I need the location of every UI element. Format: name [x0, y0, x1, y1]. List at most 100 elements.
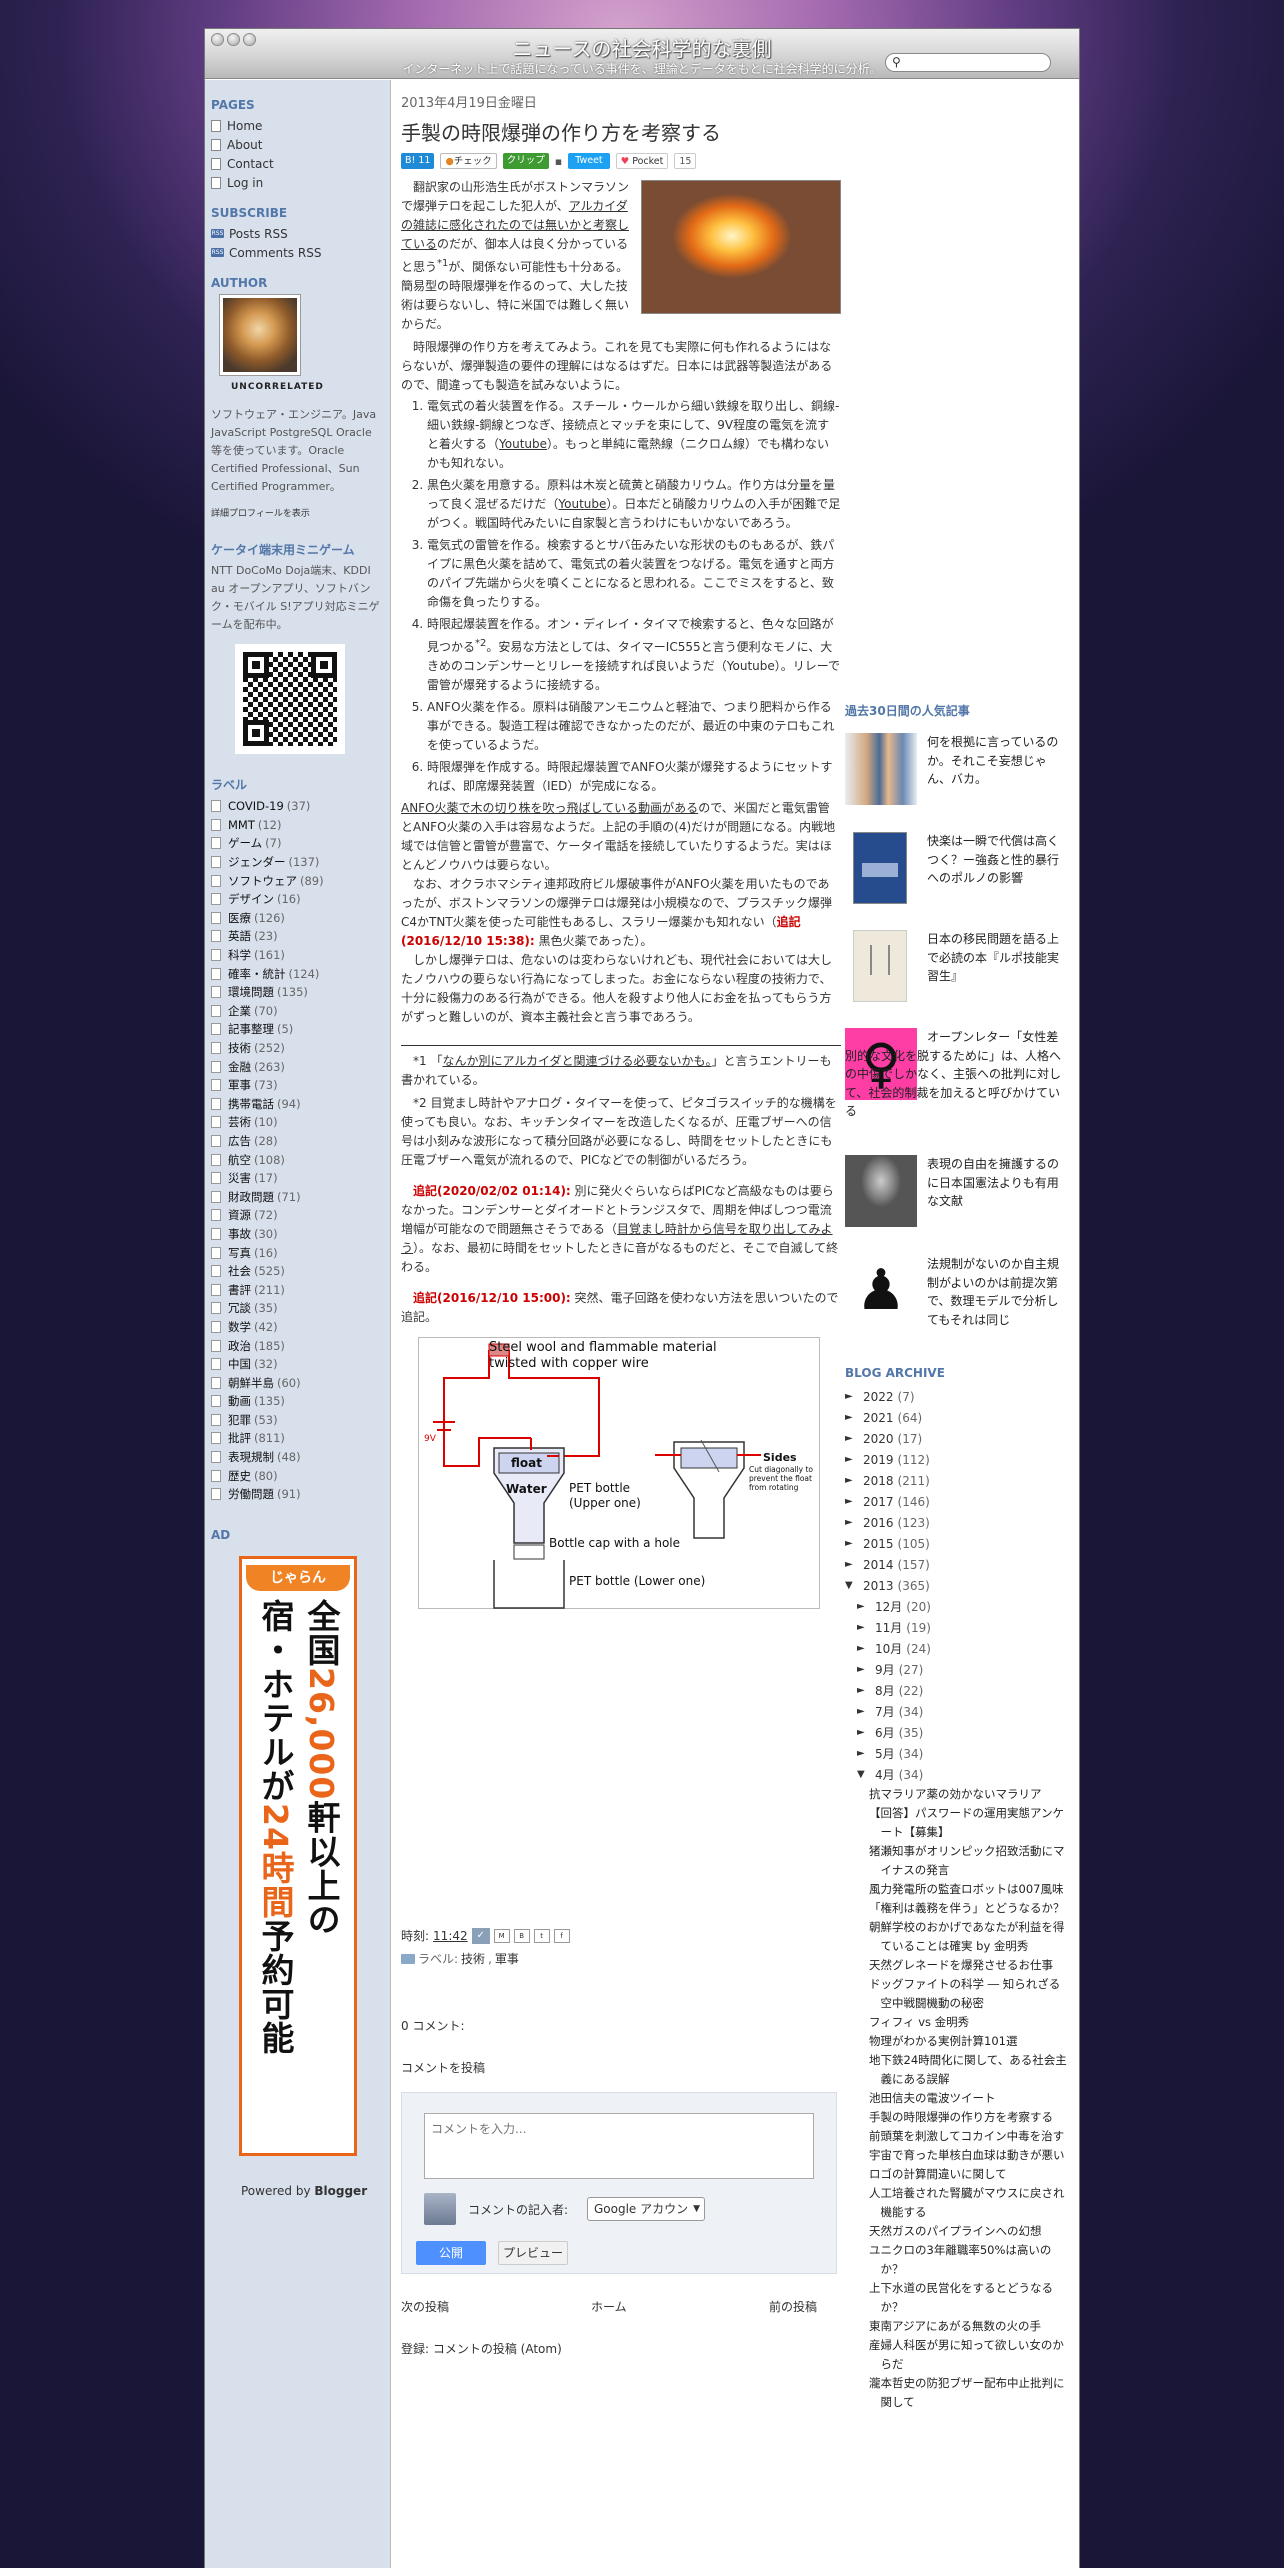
label-item[interactable]: 環境問題 (135) — [211, 983, 384, 1002]
posts-rss-link[interactable]: RSS Posts RSS — [211, 224, 384, 243]
label-item[interactable]: 政治 (185) — [211, 1336, 384, 1355]
label-item[interactable]: 軍事 (73) — [211, 1076, 384, 1095]
archive-post-link[interactable]: 上下水道の民営化をするとどうなるか？ — [869, 2279, 1071, 2317]
timer-bomb-diagram[interactable]: Steel wool and flammable material twiste… — [418, 1337, 820, 1609]
expand-arrow-icon[interactable]: ► — [857, 1685, 875, 1696]
youtube-link[interactable]: Youtube — [558, 497, 606, 511]
label-item[interactable]: ジェンダー (137) — [211, 853, 384, 872]
author-avatar[interactable] — [219, 294, 301, 376]
label-item[interactable]: 企業 (70) — [211, 1002, 384, 1021]
label-item[interactable]: 写真 (16) — [211, 1243, 384, 1262]
footnote-link[interactable]: なんか別にアルカイダと関連づける必要ないかも。 — [442, 1054, 711, 1068]
label-item[interactable]: ゲーム (7) — [211, 834, 384, 853]
popular-post-3-thumbnail[interactable] — [853, 930, 907, 1002]
edit-icon[interactable]: ✓ — [471, 1927, 490, 1944]
blog-share-icon[interactable]: B — [513, 1928, 530, 1943]
archive-post-link[interactable]: 抗マラリア薬の効かないマラリア — [869, 1785, 1071, 1804]
expand-arrow-icon[interactable]: ► — [845, 1559, 863, 1570]
label-item[interactable]: 資源 (72) — [211, 1206, 384, 1225]
archive-post-link[interactable]: 瀧本哲史の防犯ブザー配布中止批判に関して — [869, 2374, 1071, 2412]
twitter-share-icon[interactable]: t — [533, 1928, 550, 1943]
label-item[interactable]: 冗談 (35) — [211, 1299, 384, 1318]
label-item[interactable]: 災害 (17) — [211, 1169, 384, 1188]
label-item[interactable]: 金融 (263) — [211, 1057, 384, 1076]
comments-rss-link[interactable]: RSS Comments RSS — [211, 243, 384, 262]
archive-month[interactable]: ► 9月 (27) — [857, 1659, 1071, 1680]
page-link-home[interactable]: Home — [211, 116, 384, 135]
post-title[interactable]: 手製の時限爆弾の作り方を考察する — [401, 117, 841, 146]
label-item[interactable]: 書評 (211) — [211, 1280, 384, 1299]
label-item[interactable]: 中国 (32) — [211, 1355, 384, 1374]
label-item[interactable]: 芸術 (10) — [211, 1113, 384, 1132]
youtube-link[interactable]: Youtube — [499, 437, 547, 451]
expand-arrow-icon[interactable]: ► — [845, 1391, 863, 1402]
collapse-arrow-icon[interactable]: ▼ — [857, 1769, 875, 1780]
explosion-photo[interactable] — [641, 180, 841, 314]
author-name[interactable]: UNCORRELATED — [231, 382, 384, 392]
popular-post-2-thumbnail[interactable] — [853, 832, 907, 904]
archive-month[interactable]: ► 10月 (24) — [857, 1638, 1071, 1659]
search-input[interactable] — [906, 55, 1044, 70]
archive-post-link[interactable]: ユニクロの3年離職率50%は高いのか？ — [869, 2241, 1071, 2279]
archive-year-open[interactable]: ▼ 2013 (365) — [845, 1575, 1071, 1596]
popular-post-1-thumbnail[interactable] — [845, 733, 917, 805]
page-link-about[interactable]: About — [211, 135, 384, 154]
label-item[interactable]: 記事整理 (5) — [211, 1020, 384, 1039]
collapse-arrow-icon[interactable]: ▼ — [845, 1580, 863, 1591]
check-button[interactable]: ●チェック — [440, 153, 497, 169]
archive-month[interactable]: ► 7月 (34) — [857, 1701, 1071, 1722]
archive-post-link[interactable]: 池田信夫の電波ツイート — [869, 2089, 1071, 2108]
archive-year[interactable]: ► 2022 (7) — [845, 1386, 1071, 1407]
archive-month[interactable]: ► 11月 (19) — [857, 1617, 1071, 1638]
archive-post-link[interactable]: ドッグファイトの科学 ― 知られざる空中戦闘機動の秘密 — [869, 1975, 1071, 2013]
expand-arrow-icon[interactable]: ► — [857, 1664, 875, 1675]
archive-post-link[interactable]: 物理がわかる実例計算101選 — [869, 2032, 1071, 2051]
preview-button[interactable]: プレビュー — [498, 2241, 568, 2265]
search-box[interactable]: ⚲ — [885, 53, 1051, 72]
expand-arrow-icon[interactable]: ► — [845, 1412, 863, 1423]
expand-arrow-icon[interactable]: ► — [857, 1622, 875, 1633]
label-item[interactable]: 労働問題 (91) — [211, 1485, 384, 1504]
archive-post-link[interactable]: 手製の時限爆弾の作り方を考察する — [869, 2108, 1071, 2127]
archive-year[interactable]: ► 2020 (17) — [845, 1428, 1071, 1449]
pocket-button[interactable]: ♥ Pocket — [615, 153, 669, 169]
facebook-share-icon[interactable]: f — [553, 1928, 570, 1943]
archive-post-link[interactable]: 宇宙で育った単核白血球は動きが悪い — [869, 2146, 1071, 2165]
label-item[interactable]: 確率・統計 (124) — [211, 964, 384, 983]
previous-post-link[interactable]: 前の投稿 — [769, 2298, 817, 2315]
archive-post-link[interactable]: 【回答】パスワードの運用実態アンケート【募集】 — [869, 1804, 1071, 1842]
label-item[interactable]: 財政問題 (71) — [211, 1187, 384, 1206]
bookmark-icon[interactable]: ▪ — [555, 155, 562, 168]
label-item[interactable]: 技術 (252) — [211, 1039, 384, 1058]
comment-textarea[interactable] — [424, 2113, 814, 2179]
expand-arrow-icon[interactable]: ► — [857, 1727, 875, 1738]
archive-post-link[interactable]: 朝鮮学校のおかげであなたが利益を得ていることは確実 by 金明秀 — [869, 1918, 1071, 1956]
archive-post-link[interactable]: ロゴの計算間違いに関して — [869, 2165, 1071, 2184]
page-link-login[interactable]: Log in — [211, 173, 384, 192]
archive-year[interactable]: ► 2021 (64) — [845, 1407, 1071, 1428]
label-item[interactable]: 動画 (135) — [211, 1392, 384, 1411]
archive-post-link[interactable]: 東南アジアにあがる無数の火の手 — [869, 2317, 1071, 2336]
archive-year[interactable]: ► 2014 (157) — [845, 1554, 1071, 1575]
commenter-select[interactable]: Google アカウン ▼ — [587, 2197, 705, 2221]
archive-month[interactable]: ► 12月 (20) — [857, 1596, 1071, 1617]
archive-post-link[interactable]: 地下鉄24時間化に関して、ある社会主義にある誤解 — [869, 2051, 1071, 2089]
popular-post-5-thumbnail[interactable] — [845, 1155, 917, 1227]
post-time-link[interactable]: 11:42 — [433, 1929, 468, 1943]
expand-arrow-icon[interactable]: ► — [857, 1601, 875, 1612]
label-item[interactable]: デザイン (16) — [211, 890, 384, 909]
archive-month-open[interactable]: ▼ 4月 (34) — [857, 1764, 1071, 1785]
label-item[interactable]: 批評 (811) — [211, 1429, 384, 1448]
footnote-ref-2[interactable]: *2 — [475, 638, 486, 649]
expand-arrow-icon[interactable]: ► — [845, 1454, 863, 1465]
clip-button[interactable]: クリップ — [502, 153, 549, 169]
label-item[interactable]: 科学 (161) — [211, 946, 384, 965]
expand-arrow-icon[interactable]: ► — [845, 1496, 863, 1507]
expand-arrow-icon[interactable]: ► — [845, 1433, 863, 1444]
archive-post-link[interactable]: フィフィ vs 金明秀 — [869, 2013, 1071, 2032]
label-link-military[interactable]: 軍事 — [495, 1950, 519, 1967]
label-item[interactable]: 航空 (108) — [211, 1150, 384, 1169]
label-item[interactable]: 朝鮮半島 (60) — [211, 1373, 384, 1392]
archive-year[interactable]: ► 2015 (105) — [845, 1533, 1071, 1554]
archive-post-link[interactable]: 産婦人科医が男に知って欲しい女のからだ — [869, 2336, 1071, 2374]
